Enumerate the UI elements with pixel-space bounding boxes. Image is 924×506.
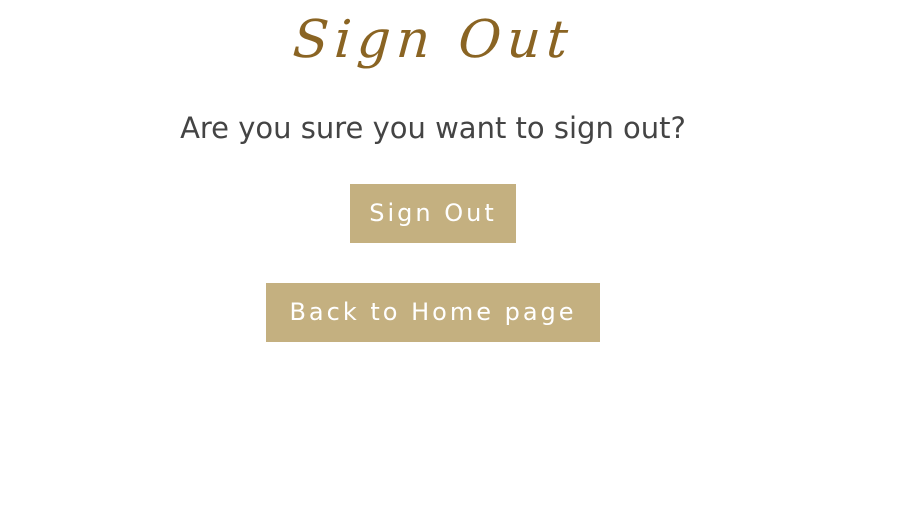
page-title: Sign Out bbox=[290, 10, 576, 70]
confirmation-question: Are you sure you want to sign out? bbox=[180, 111, 686, 145]
sign-out-page: Sign Out Are you sure you want to sign o… bbox=[0, 0, 924, 506]
back-to-home-button[interactable]: Back to Home page bbox=[266, 283, 600, 342]
sign-out-button[interactable]: Sign Out bbox=[350, 184, 516, 243]
